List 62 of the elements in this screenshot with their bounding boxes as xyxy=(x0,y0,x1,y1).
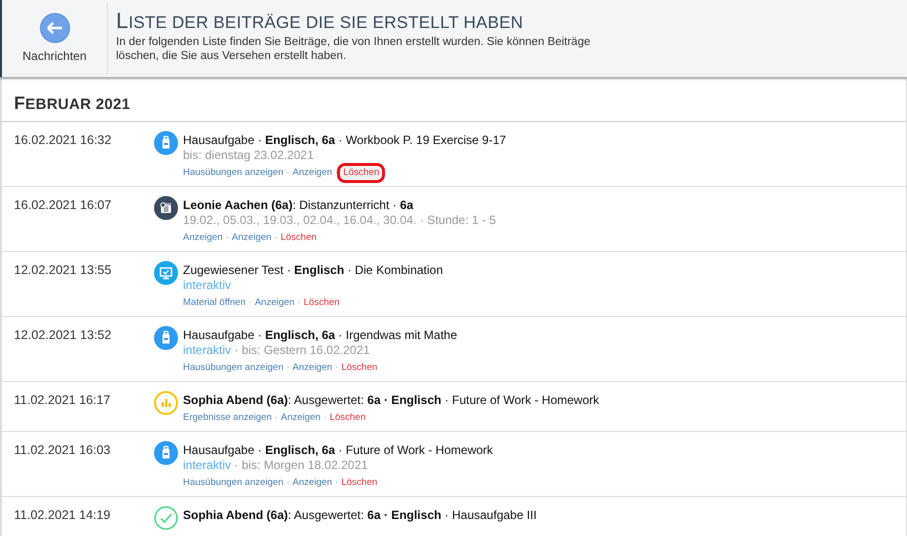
separator-dot: · xyxy=(286,362,290,374)
separator-dot: · xyxy=(297,297,301,309)
page-title: LISTE DER BEITRÄGE DIE SIE ERSTELLT HABEN xyxy=(116,8,524,34)
calendar-icon xyxy=(154,196,178,220)
entry-date: 11.02.2021 16:03 xyxy=(14,442,112,459)
action-link[interactable]: Ergebnisse anzeigen xyxy=(183,412,272,424)
separator-dot: · xyxy=(274,232,278,244)
backpack-icon xyxy=(154,131,178,155)
action-link[interactable]: Anzeigen xyxy=(280,412,321,424)
interactive-tag: interaktiv xyxy=(183,458,232,472)
action-link[interactable]: Hausübungen anzeigen xyxy=(183,167,284,179)
action-link[interactable]: Anzeigen xyxy=(292,477,332,489)
entry-title: Sophia Abend (6a): Ausgewertet: 6a · Englisch · Future of Work - Homework xyxy=(183,392,600,408)
due-date-text: · bis: Gestern 16.02.2021 xyxy=(234,343,370,357)
action-link[interactable]: Anzeigen xyxy=(292,167,332,179)
separator-dot: · xyxy=(324,412,327,424)
delete-link[interactable]: Löschen xyxy=(304,297,340,309)
entry-date: 12.02.2021 13:55 xyxy=(14,262,112,279)
page-description: In der folgenden Liste finden Sie Beiträge, die von Ihnen erstellt wurden. Sie können Beiträge löschen, die Sie aus Versehen erstellt haben. xyxy=(116,35,592,63)
monitor-check-icon xyxy=(154,261,178,285)
bar-chart-icon xyxy=(154,391,178,415)
entry-title: Hausaufgabe · Englisch, 6a · Future of Work - Homework xyxy=(183,442,494,458)
backpack-icon xyxy=(154,441,178,465)
delete-link[interactable]: Löschen xyxy=(341,477,378,489)
action-link[interactable]: Anzeigen xyxy=(183,232,223,244)
entry-date: 16.02.2021 16:32 xyxy=(14,132,112,149)
interactive-tag: interaktiv xyxy=(183,278,232,292)
due-date-text: · bis: Morgen 18.02.2021 xyxy=(234,458,368,472)
separator-dot: · xyxy=(335,362,338,374)
entry-title: Sophia Abend (6a): Ausgewertet: 6a · Englisch · Hausaufgabe III xyxy=(183,507,538,523)
entry-title: Hausaufgabe · Englisch, 6a · Workbook P. 19 Exercise 9-17 xyxy=(183,132,508,148)
entry-date: 16.02.2021 16:07 xyxy=(14,197,112,214)
action-link[interactable]: Anzeigen xyxy=(254,297,294,309)
separator-dot: · xyxy=(335,477,338,489)
action-link[interactable]: Anzeigen xyxy=(292,362,332,374)
back-button[interactable]: Nachrichten xyxy=(2,3,108,74)
entry-date: 11.02.2021 14:19 xyxy=(14,507,112,524)
delete-link[interactable]: Löschen xyxy=(280,232,317,244)
separator-dot: · xyxy=(248,297,252,309)
separator-dot: · xyxy=(226,232,229,244)
delete-link[interactable]: Löschen xyxy=(330,412,366,424)
entry-date: 12.02.2021 13:52 xyxy=(14,327,112,344)
separator-dot: · xyxy=(286,477,290,489)
backpack-icon xyxy=(154,326,178,350)
separator-dot: · xyxy=(335,167,338,179)
interactive-tag: interaktiv xyxy=(183,343,232,357)
month-heading: FEBRUAR 2021 xyxy=(2,77,906,122)
separator-dot: · xyxy=(286,167,290,179)
entry-date: 11.02.2021 16:17 xyxy=(14,392,112,409)
entry-title: Zugewiesener Test · Englisch · Die Kombination xyxy=(183,262,444,278)
due-date-text: bis: dienstag 23.02.2021 xyxy=(183,148,314,162)
action-link[interactable]: Hausübungen anzeigen xyxy=(183,477,284,489)
separator-dot: · xyxy=(274,412,278,424)
entry-title: Hausaufgabe · Englisch, 6a · Irgendwas mit Mathe xyxy=(183,327,458,343)
action-link[interactable]: Material öffnen xyxy=(183,297,246,309)
entry-title: Leonie Aachen (6a): Distanzunterricht · 6a xyxy=(183,197,414,213)
due-date-text: 19.02., 05.03., 19.03., 02.04., 16.04., 30.04. · Stunde: 1 - 5 xyxy=(183,213,496,227)
delete-link[interactable]: Löschen xyxy=(341,362,378,374)
action-link[interactable]: Hausübungen anzeigen xyxy=(183,362,284,374)
action-link[interactable]: Anzeigen xyxy=(232,232,272,244)
delete-link[interactable]: Löschen xyxy=(341,167,382,179)
check-circle-icon xyxy=(154,506,178,530)
